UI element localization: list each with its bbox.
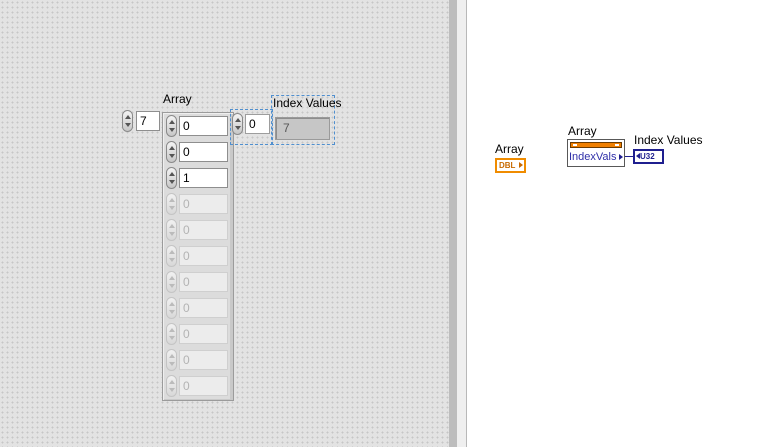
array-index-field[interactable]: 7: [136, 111, 160, 131]
array-input-bar: [570, 142, 622, 148]
array-element-field[interactable]: 0: [179, 298, 228, 318]
block-diagram[interactable]: [467, 0, 770, 447]
array-element-stepper[interactable]: [166, 193, 177, 215]
index-node-label[interactable]: Array: [568, 125, 597, 138]
u32-type-text: U32: [640, 152, 655, 161]
array-terminal-label[interactable]: Array: [495, 143, 524, 156]
array-element-field[interactable]: 0: [179, 220, 228, 240]
array-element-field[interactable]: 0: [179, 142, 228, 162]
array-element-stepper[interactable]: [166, 297, 177, 319]
array-element-stepper[interactable]: [166, 141, 177, 163]
array-element-field[interactable]: 0: [179, 194, 228, 214]
array-element-field[interactable]: 0: [179, 376, 228, 396]
dbl-type-text: DBL: [499, 161, 516, 170]
index-values-indicator[interactable]: 7: [275, 117, 330, 140]
index-vals-output-label: IndexVals: [569, 151, 617, 163]
output-arrow-icon: [619, 154, 623, 160]
array-element-stepper[interactable]: [166, 323, 177, 345]
array-element-stepper[interactable]: [166, 271, 177, 293]
array-dbl-terminal[interactable]: DBL: [495, 158, 526, 173]
index-values-node[interactable]: IndexVals: [567, 139, 625, 167]
array-element-stepper[interactable]: [166, 219, 177, 241]
array-element-stepper[interactable]: [166, 349, 177, 371]
index-values-u32-terminal[interactable]: U32: [633, 149, 664, 164]
index-values-index-stepper[interactable]: [232, 113, 243, 135]
array-element-stepper[interactable]: [166, 245, 177, 267]
array-control-label[interactable]: Array: [163, 93, 192, 106]
window-splitter[interactable]: [449, 0, 457, 447]
array-element-field[interactable]: 0: [179, 116, 228, 136]
block-diagram-left-edge: [457, 0, 467, 447]
array-element-field[interactable]: 1: [179, 168, 228, 188]
index-values-label[interactable]: Index Values: [273, 97, 342, 110]
array-element-field[interactable]: 0: [179, 272, 228, 292]
array-index-stepper[interactable]: [122, 110, 133, 132]
front-panel[interactable]: Array 7 00100000000 0 Index Values 7: [0, 0, 449, 447]
array-element-stepper[interactable]: [166, 115, 177, 137]
array-element-field[interactable]: 0: [179, 350, 228, 370]
index-values-index-field[interactable]: 0: [245, 114, 270, 134]
array-element-stepper[interactable]: [166, 375, 177, 397]
array-element-field[interactable]: 0: [179, 324, 228, 344]
array-element-stepper[interactable]: [166, 167, 177, 189]
array-element-field[interactable]: 0: [179, 246, 228, 266]
index-values-terminal-label[interactable]: Index Values: [634, 134, 703, 147]
